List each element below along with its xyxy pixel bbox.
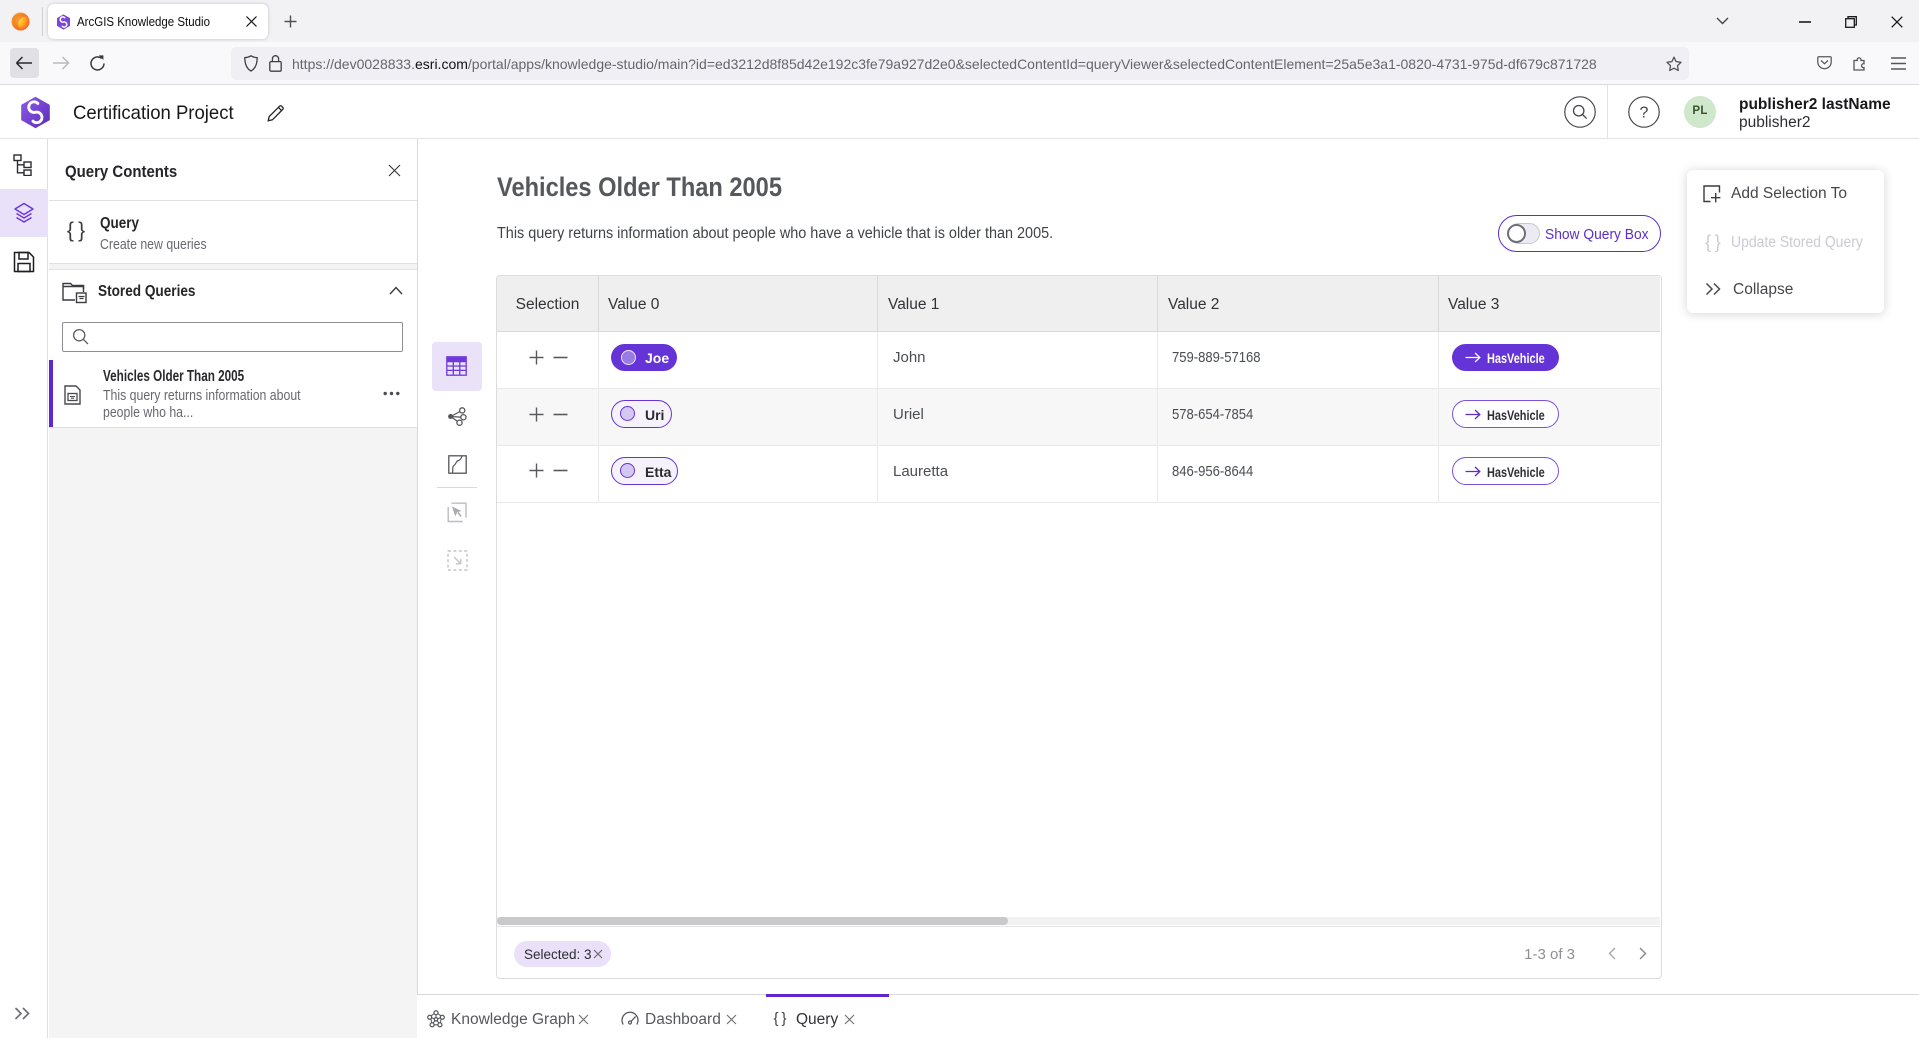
svg-text:?: ?: [1640, 105, 1649, 122]
